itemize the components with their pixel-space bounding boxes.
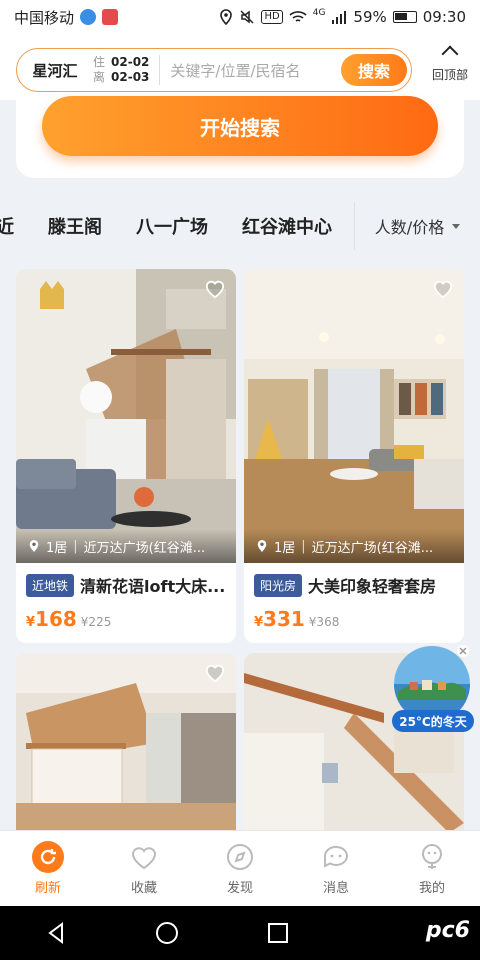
listing-location-bar: 1居 | 近万达广场(红谷滩... <box>16 529 236 563</box>
back-triangle-icon[interactable] <box>44 921 68 945</box>
app-notification-icon <box>102 9 119 25</box>
location-tag[interactable]: 滕王阁 <box>48 213 102 239</box>
loft-interior-image <box>16 653 236 833</box>
listing-badge: 阳光房 <box>254 573 303 597</box>
listing-info: 近地铁 清新花语loft大床... ¥168 ¥225 <box>16 563 236 631</box>
separator: | <box>301 538 306 554</box>
watermark-logo: pc6 <box>425 918 470 943</box>
checkout-label: 离 <box>93 70 106 84</box>
checkout-date: 02-03 <box>111 70 150 84</box>
city-selector[interactable]: 星河汇 <box>17 60 93 81</box>
location-tag[interactable]: 八一广场 <box>136 213 208 239</box>
listing-price: ¥168 <box>26 607 77 631</box>
listing-price: ¥331 <box>254 607 305 631</box>
wifi-icon <box>289 11 307 22</box>
bottom-tab-bar: 刷新 收藏 发现 消息 我的 <box>0 830 480 906</box>
tab-discover[interactable]: 发现 <box>192 831 288 906</box>
chevron-up-icon <box>441 45 459 63</box>
separator: | <box>73 538 78 554</box>
network-type: 4G <box>312 8 326 18</box>
signal-icon <box>332 11 347 24</box>
listing-price-row: ¥168 ¥225 <box>26 607 226 631</box>
favorite-heart-icon[interactable] <box>432 279 454 299</box>
hd-icon: HD <box>261 10 283 24</box>
tab-label: 收藏 <box>130 881 157 896</box>
location-pin-icon <box>29 540 39 552</box>
battery-icon <box>392 11 417 23</box>
home-circle-icon[interactable] <box>155 921 179 945</box>
search-card: 开始搜索 <box>16 96 464 178</box>
listing-photo[interactable] <box>16 653 236 833</box>
tab-messages[interactable]: 消息 <box>288 831 384 906</box>
start-search-button[interactable]: 开始搜索 <box>42 96 438 156</box>
refresh-icon <box>32 841 64 873</box>
listing-photo[interactable]: 1居 | 近万达广场(红谷滩... <box>16 269 236 563</box>
living-room-image <box>244 269 464 563</box>
loft-interior-image <box>16 269 236 563</box>
price-value: 168 <box>35 607 77 631</box>
listing-original-price: ¥368 <box>308 615 340 629</box>
clock: 09:30 <box>422 8 466 26</box>
tab-label: 我的 <box>418 881 445 896</box>
location-tag[interactable]: 红谷滩中心 <box>242 213 332 239</box>
location-tags[interactable]: 近 滕王阁 八一广场 红谷滩中心 <box>0 213 348 239</box>
status-bar: 中国移动 HD 4G 59% 09:30 <box>0 0 480 34</box>
listing-title: 大美印象轻奢套房 <box>308 577 437 596</box>
price-currency: ¥ <box>254 615 264 630</box>
tab-label: 消息 <box>322 881 349 896</box>
promo-floating-ad[interactable]: 25°C的冬天 <box>392 644 474 736</box>
tab-profile[interactable]: 我的 <box>384 831 480 906</box>
location-tag-row: 近 滕王阁 八一广场 红谷滩中心 人数/价格 <box>0 196 480 256</box>
tab-favorites[interactable]: 收藏 <box>96 831 192 906</box>
location-pin-icon <box>257 540 267 552</box>
search-button[interactable]: 搜索 <box>341 54 407 86</box>
tab-refresh[interactable]: 刷新 <box>0 831 96 906</box>
user-icon <box>422 844 442 869</box>
favorite-heart-icon[interactable] <box>204 279 226 299</box>
back-to-top-button[interactable]: 回顶部 <box>428 42 472 83</box>
listing-title-row: 近地铁 清新花语loft大床... <box>26 573 226 597</box>
tab-label: 发现 <box>226 881 253 896</box>
listing-location: 近万达广场(红谷滩... <box>83 540 206 556</box>
heart-icon <box>131 847 157 870</box>
checkin-label: 住 <box>93 55 106 69</box>
listing-card[interactable]: 1居 | 近万达广场(红谷滩... 近地铁 清新花语loft大床... ¥168… <box>16 269 236 643</box>
dropdown-triangle-icon <box>452 223 461 229</box>
listing-photo[interactable]: 1居 | 近万达广场(红谷滩... <box>244 269 464 563</box>
listing-price-row: ¥331 ¥368 <box>254 607 454 631</box>
tab-label: 刷新 <box>34 881 61 896</box>
mute-icon <box>240 10 255 24</box>
listing-card[interactable] <box>16 653 236 833</box>
listing-location: 近万达广场(红谷滩... <box>311 540 434 556</box>
listing-title-row: 阳光房 大美印象轻奢套房 <box>254 573 454 597</box>
listing-location-bar: 1居 | 近万达广场(红谷滩... <box>244 529 464 563</box>
compass-icon <box>227 844 253 870</box>
listing-rooms: 1居 <box>46 540 68 556</box>
location-tag[interactable]: 近 <box>0 213 14 239</box>
carrier-label: 中国移动 <box>14 8 75 27</box>
search-box: 星河汇 住 02-02 离 02-03 关键字/位置/民宿名 搜索 <box>16 48 412 92</box>
listing-info: 阳光房 大美印象轻奢套房 ¥331 ¥368 <box>244 563 464 631</box>
back-to-top-label: 回顶部 <box>431 68 468 82</box>
listing-rooms: 1居 <box>274 540 296 556</box>
app-notification-icon <box>80 9 97 25</box>
system-nav-bar <box>0 906 480 960</box>
battery-percent: 59% <box>353 8 387 26</box>
listing-original-price: ¥225 <box>80 615 112 629</box>
checkin-date: 02-02 <box>111 55 150 69</box>
listing-title: 清新花语loft大床... <box>80 577 226 596</box>
listing-card[interactable]: 1居 | 近万达广场(红谷滩... 阳光房 大美印象轻奢套房 ¥331 ¥368 <box>244 269 464 643</box>
date-selector[interactable]: 住 02-02 离 02-03 <box>93 55 161 85</box>
recents-square-icon[interactable] <box>266 921 290 945</box>
location-icon <box>220 9 233 25</box>
search-header: 星河汇 住 02-02 离 02-03 关键字/位置/民宿名 搜索 回顶部 <box>0 34 480 100</box>
people-price-filter[interactable]: 人数/价格 <box>354 202 480 250</box>
chat-icon <box>323 846 348 868</box>
promo-label: 25°C的冬天 <box>392 710 474 732</box>
filter-label: 人数/价格 <box>374 218 445 237</box>
price-currency: ¥ <box>26 615 36 630</box>
favorite-heart-icon[interactable] <box>204 663 226 683</box>
price-value: 331 <box>263 607 305 631</box>
listing-badge: 近地铁 <box>26 573 75 597</box>
